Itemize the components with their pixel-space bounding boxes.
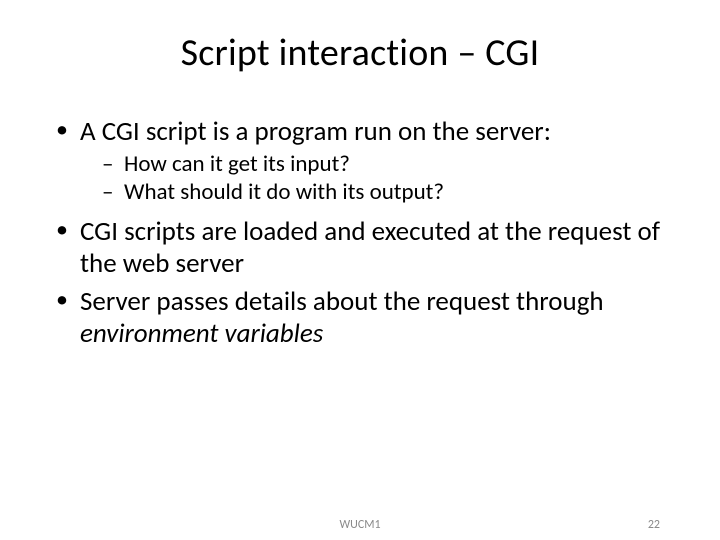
slide: Script interaction – CGI A CGI script is…	[0, 0, 720, 540]
bullet-text-emphasis: environment variables	[80, 317, 323, 350]
slide-title: Script interaction – CGI	[50, 30, 670, 76]
bullet-text: A CGI script is a program run on the ser…	[80, 115, 551, 148]
bullet-item: A CGI script is a program run on the ser…	[50, 116, 670, 206]
sub-bullet-item: What should it do with its output?	[102, 178, 670, 206]
slide-content: A CGI script is a program run on the ser…	[50, 116, 670, 349]
footer-label: WUCM1	[0, 518, 720, 532]
bullet-list: A CGI script is a program run on the ser…	[50, 116, 670, 349]
sub-bullet-list: How can it get its input? What should it…	[80, 150, 670, 206]
page-number: 22	[648, 518, 660, 532]
sub-bullet-item: How can it get its input?	[102, 150, 670, 178]
bullet-text-pre: Server passes details about the request …	[80, 285, 604, 318]
bullet-item: CGI scripts are loaded and executed at t…	[50, 216, 670, 280]
bullet-item: Server passes details about the request …	[50, 286, 670, 350]
